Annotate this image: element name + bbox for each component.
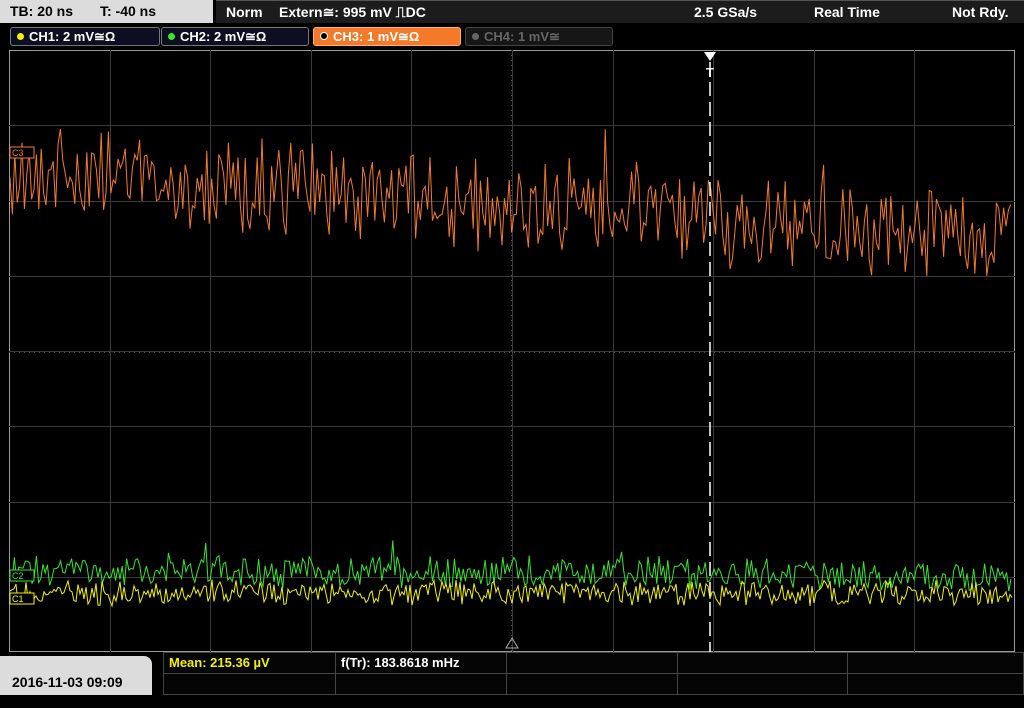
trigger-mode: Norm xyxy=(226,4,263,20)
trigger-source: Extern≅: 995 mV ⎍DC xyxy=(279,4,426,20)
acquisition-mode: Real Time xyxy=(814,4,880,20)
trigger-time-label: T: -40 ns xyxy=(100,3,157,19)
channel-1-button[interactable]: CH1: 2 mV≅Ω xyxy=(10,27,160,46)
channel-3-marker-label: C3 xyxy=(12,148,24,158)
sample-rate: 2.5 GSa/s xyxy=(694,4,758,20)
measurement-slot-10[interactable] xyxy=(848,674,1023,695)
timebase-panel[interactable]: TB: 20 ns T: -40 ns xyxy=(0,0,213,23)
status-bar: TB: 20 ns T: -40 ns Norm Extern≅: 995 mV… xyxy=(0,0,1024,25)
channel-4-dot-icon xyxy=(472,33,479,40)
channel-3-label: CH3: 1 mV≅Ω xyxy=(333,29,420,44)
channel-4-label: CH4: 1 mV≅ xyxy=(484,29,560,44)
measurement-slot-7[interactable] xyxy=(336,674,507,695)
channel-3-button[interactable]: CH3: 1 mV≅Ω xyxy=(313,27,461,46)
channel-bar: CH1: 2 mV≅Ω CH2: 2 mV≅Ω CH3: 1 mV≅Ω CH4:… xyxy=(0,26,1024,49)
mean-measurement[interactable]: Mean: 215.36 µV xyxy=(164,653,336,674)
measurement-slot-9[interactable] xyxy=(678,674,848,695)
channel-2-marker-label: C2 xyxy=(12,571,24,581)
datetime-display: 2016-11-03 09:09 xyxy=(0,656,152,695)
acquisition-status: Not Rdy. xyxy=(952,4,1009,20)
channel-2-button[interactable]: CH2: 2 mV≅Ω xyxy=(161,27,309,46)
frequency-measurement[interactable]: f(Tr): 183.8618 mHz xyxy=(336,653,507,674)
waveform-display[interactable]: T C3 C2 C1 xyxy=(9,50,1015,652)
measurement-slot-5[interactable] xyxy=(848,653,1023,674)
trigger-marker-label: T xyxy=(706,65,714,80)
measurement-slot-6[interactable] xyxy=(164,674,336,695)
channel-2-dot-icon xyxy=(168,33,175,40)
trigger-panel[interactable]: Norm Extern≅: 995 mV ⎍DC 2.5 GSa/s Real … xyxy=(216,0,1024,23)
measurement-panel[interactable]: Mean: 215.36 µV f(Tr): 183.8618 mHz xyxy=(163,652,1024,695)
channel-1-label: CH1: 2 mV≅Ω xyxy=(29,29,116,44)
channel-3-dot-icon xyxy=(320,32,328,40)
measurement-slot-3[interactable] xyxy=(507,653,678,674)
channel-2-label: CH2: 2 mV≅Ω xyxy=(180,29,267,44)
measurement-slot-8[interactable] xyxy=(507,674,678,695)
measurement-slot-4[interactable] xyxy=(678,653,848,674)
channel-1-dot-icon xyxy=(17,33,24,40)
timebase-label: TB: 20 ns xyxy=(10,3,74,19)
channel-1-marker-label: C1 xyxy=(12,594,24,604)
channel-4-button[interactable]: CH4: 1 mV≅ xyxy=(465,27,613,46)
